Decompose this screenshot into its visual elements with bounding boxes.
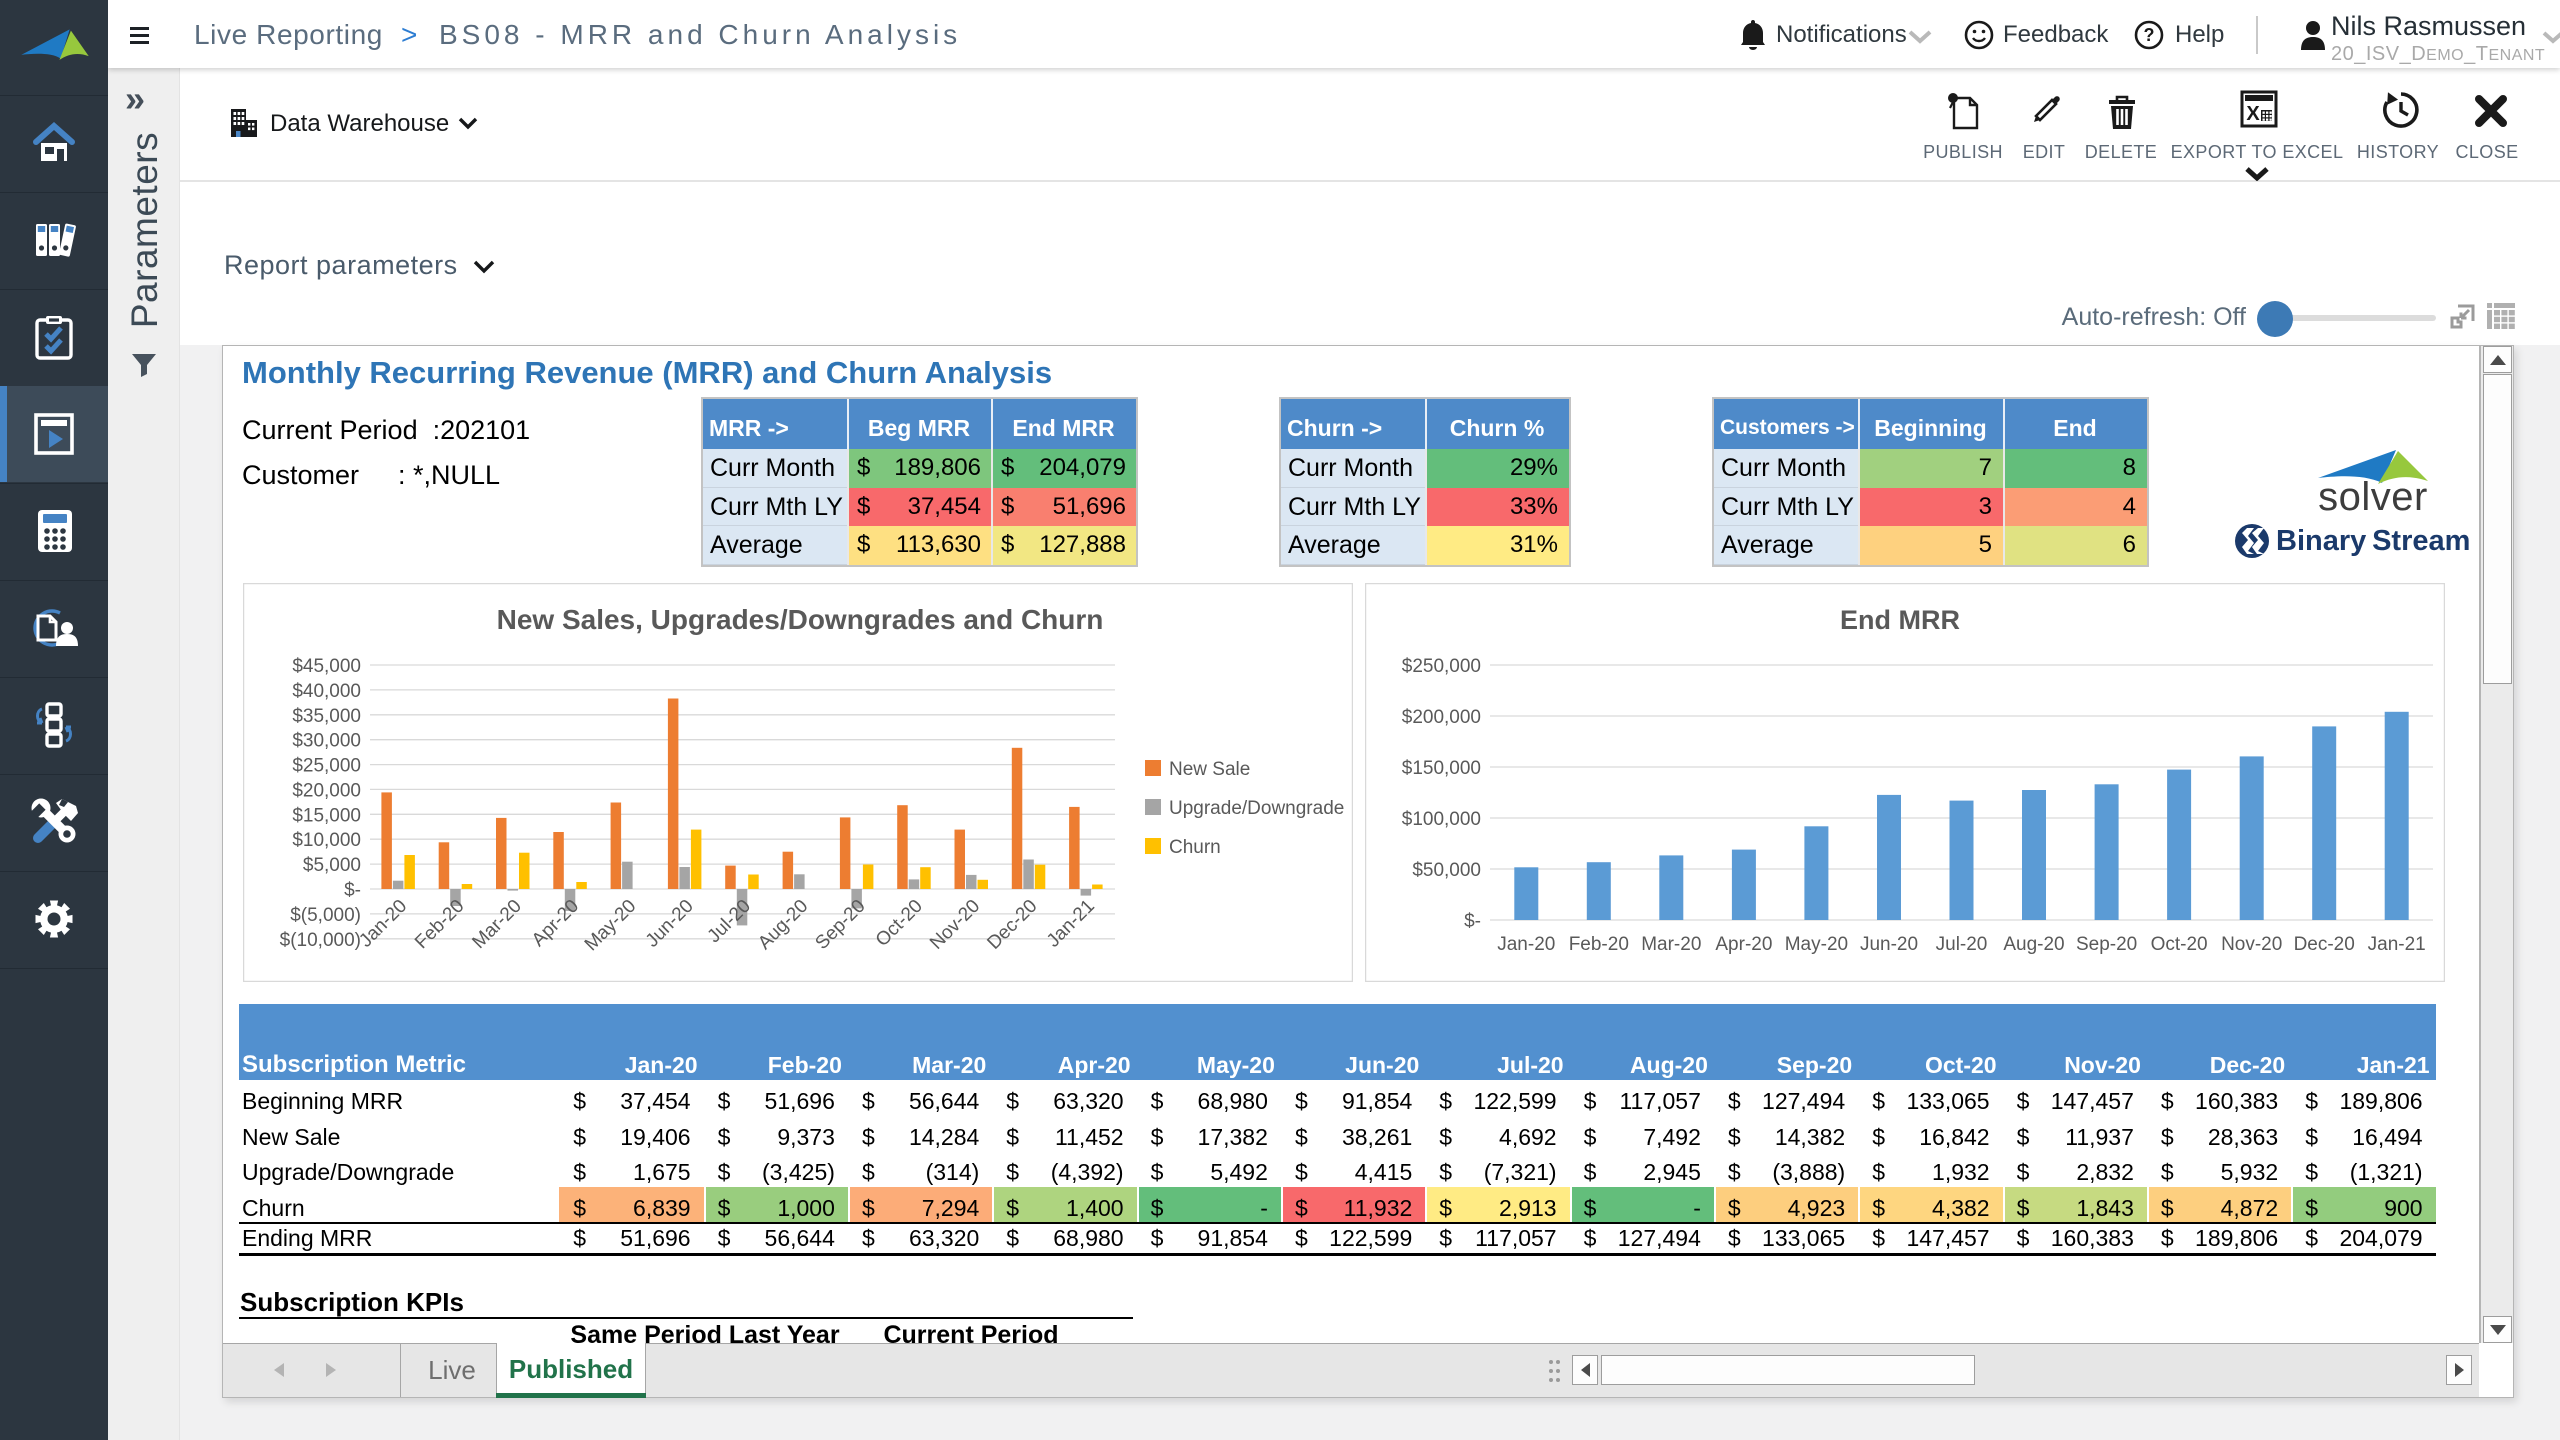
svg-text:Feb-20: Feb-20 — [1569, 934, 1629, 955]
svg-text:X: X — [2246, 103, 2260, 125]
svg-text:Nov-20: Nov-20 — [2221, 934, 2282, 955]
svg-text:End MRR: End MRR — [1840, 605, 1960, 635]
svg-text:Upgrade/Downgrade: Upgrade/Downgrade — [1169, 798, 1344, 819]
svg-text:$150,000: $150,000 — [1402, 758, 1481, 779]
svg-text:$200,000: $200,000 — [1402, 707, 1481, 728]
svg-text:May-20: May-20 — [1785, 934, 1848, 955]
svg-text:$30,000: $30,000 — [292, 731, 361, 752]
svg-text:Jan-20: Jan-20 — [1497, 934, 1555, 955]
svg-text:Jan-21: Jan-21 — [2368, 934, 2426, 955]
svg-text:Apr-20: Apr-20 — [1715, 934, 1772, 955]
svg-text:$10,000: $10,000 — [292, 830, 361, 851]
svg-text:Mar-20: Mar-20 — [1641, 934, 1701, 955]
svg-text:$5,000: $5,000 — [303, 855, 361, 876]
svg-text:$35,000: $35,000 — [292, 706, 361, 727]
svg-text:$-: $- — [1464, 911, 1481, 932]
svg-text:$40,000: $40,000 — [292, 681, 361, 702]
svg-text:Oct-20: Oct-20 — [2151, 934, 2208, 955]
svg-text:Churn: Churn — [1169, 837, 1221, 858]
svg-text:$(5,000): $(5,000) — [290, 905, 361, 926]
svg-text:$250,000: $250,000 — [1402, 656, 1481, 677]
svg-text:Jul-20: Jul-20 — [1936, 934, 1988, 955]
svg-text:New Sales, Upgrades/Downgrades: New Sales, Upgrades/Downgrades and Churn — [497, 604, 1104, 635]
svg-text:$45,000: $45,000 — [292, 656, 361, 677]
svg-text:Dec-20: Dec-20 — [2294, 934, 2355, 955]
svg-text:$50,000: $50,000 — [1412, 860, 1481, 881]
svg-text:$100,000: $100,000 — [1402, 809, 1481, 830]
svg-text:$25,000: $25,000 — [292, 756, 361, 777]
svg-text:?: ? — [2144, 25, 2155, 45]
svg-text:Aug-20: Aug-20 — [2003, 934, 2064, 955]
svg-text:Sep-20: Sep-20 — [2076, 934, 2137, 955]
svg-text:New Sale: New Sale — [1169, 759, 1250, 780]
svg-text:Jun-20: Jun-20 — [1860, 934, 1918, 955]
svg-text:$15,000: $15,000 — [292, 805, 361, 826]
svg-text:$20,000: $20,000 — [292, 780, 361, 801]
svg-text:$-: $- — [344, 880, 361, 901]
svg-text:$(10,000): $(10,000) — [280, 930, 361, 951]
